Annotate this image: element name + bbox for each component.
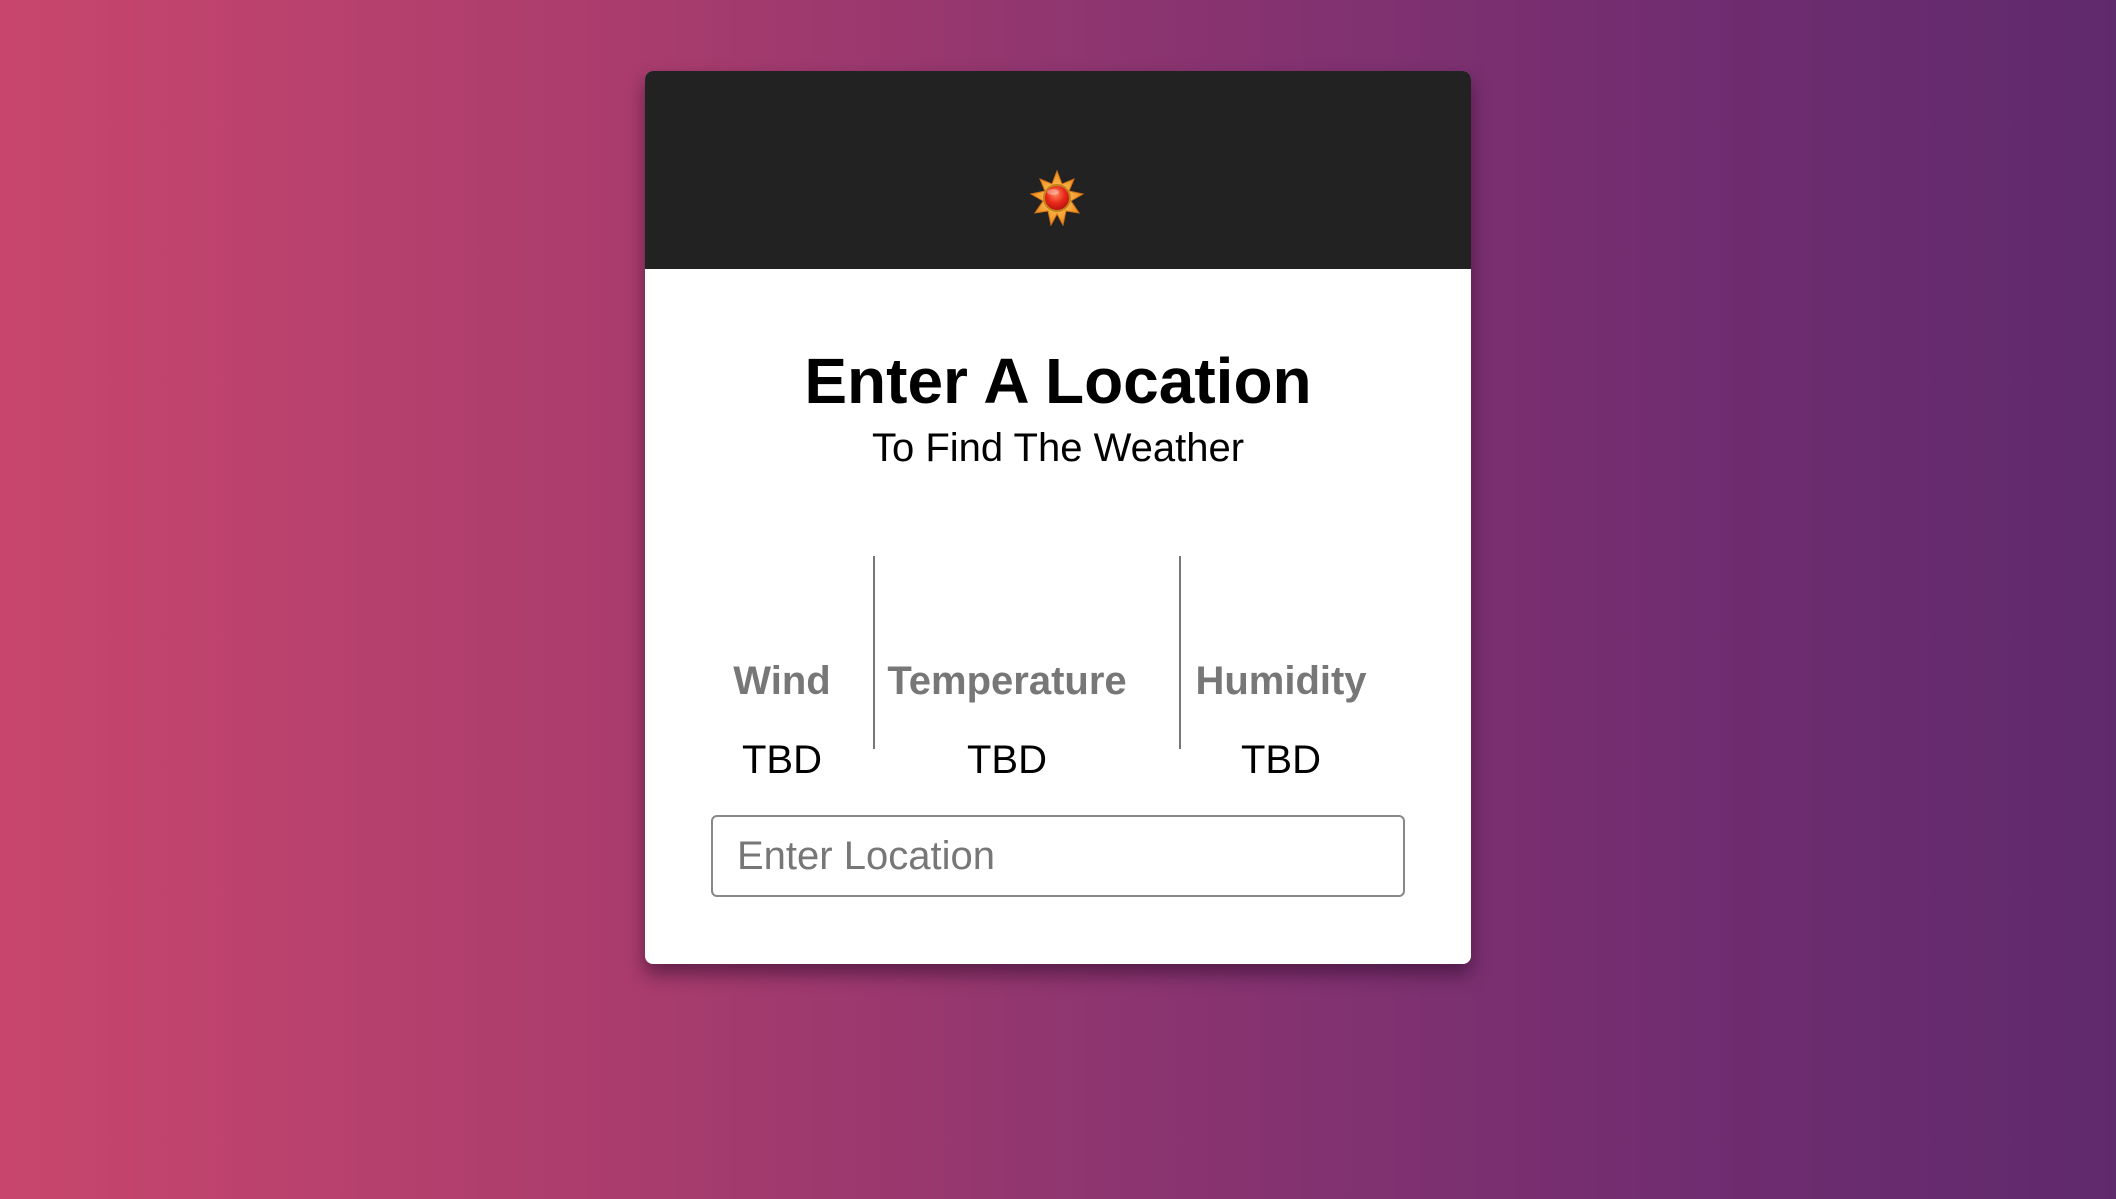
- humidity-value: TBD: [1241, 738, 1321, 782]
- wind-value: TBD: [742, 738, 822, 782]
- humidity-stat: Humidity TBD: [1161, 556, 1401, 780]
- temperature-value: TBD: [967, 738, 1047, 782]
- page-title: Enter A Location: [804, 345, 1312, 417]
- sun-icon: [1029, 170, 1085, 226]
- wind-stat: Wind TBD: [711, 556, 853, 780]
- weather-card: Enter A Location To Find The Weather Win…: [645, 71, 1471, 964]
- location-input[interactable]: [711, 815, 1405, 897]
- page-subtitle: To Find The Weather: [871, 426, 1245, 470]
- humidity-label: Humidity: [1195, 659, 1367, 703]
- wind-label: Wind: [733, 659, 831, 703]
- temperature-label: Temperature: [887, 659, 1127, 703]
- card-header: [645, 71, 1471, 269]
- temperature-stat: Temperature TBD: [855, 556, 1159, 780]
